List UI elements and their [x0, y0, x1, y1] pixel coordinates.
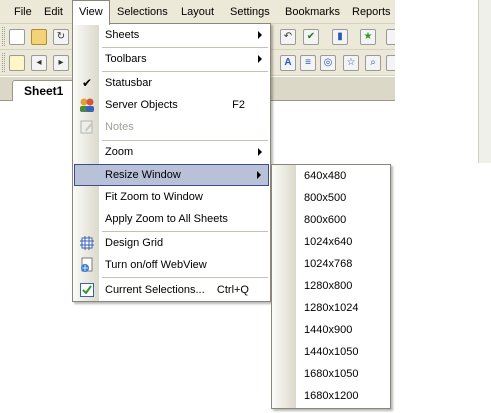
resize-option-1024x640[interactable]: 1024x640: [273, 231, 389, 253]
design-grid-icon: [79, 235, 95, 251]
menu-item-design-grid[interactable]: Design Grid: [74, 232, 269, 254]
menu-file[interactable]: File: [8, 0, 38, 24]
vertical-scrollbar[interactable]: [478, 0, 491, 163]
menu-item-label: 1680x1050: [304, 368, 359, 380]
menu-item-fit-zoom[interactable]: Fit Zoom to Window: [74, 186, 269, 208]
menu-item-server-objects[interactable]: Server Objects F2: [74, 94, 269, 116]
menu-bookmarks[interactable]: Bookmarks: [279, 0, 346, 24]
menu-view[interactable]: View: [72, 0, 110, 25]
submenu-arrow-icon: [257, 171, 261, 179]
webview-page-icon: [79, 257, 95, 273]
menu-bar: File Edit View Selections Layout Setting…: [0, 0, 397, 25]
menu-item-label: 1280x1024: [304, 302, 359, 314]
resize-option-800x500[interactable]: 800x500: [273, 187, 389, 209]
toolbar-grip[interactable]: [2, 53, 5, 72]
resize-option-800x600[interactable]: 800x600: [273, 209, 389, 231]
menu-item-shortcut: F2: [232, 99, 245, 111]
sheet-forward-icon[interactable]: ▸: [53, 55, 69, 71]
new-sheet-icon[interactable]: [9, 55, 25, 71]
menu-item-statusbar[interactable]: ✔ Statusbar: [74, 72, 269, 94]
submenu-arrow-icon: [258, 55, 262, 63]
menu-item-label: 1440x1050: [304, 346, 359, 358]
menu-item-label: Resize Window: [105, 169, 181, 181]
menu-settings[interactable]: Settings: [224, 0, 276, 24]
menu-selections[interactable]: Selections: [111, 0, 174, 24]
redo-icon[interactable]: ↻: [53, 29, 69, 45]
resize-option-1440x900[interactable]: 1440x900: [273, 319, 389, 341]
menu-item-label: Zoom: [105, 146, 134, 158]
menu-item-label: 1680x1200: [304, 390, 359, 402]
menu-item-sheets[interactable]: Sheets: [74, 24, 269, 46]
menu-item-label: 800x500: [304, 192, 347, 204]
resize-option-1440x1050[interactable]: 1440x1050: [273, 341, 389, 363]
menu-separator: [102, 277, 268, 278]
menu-item-resize-window[interactable]: Resize Window: [74, 164, 269, 186]
resize-option-640x480[interactable]: 640x480: [273, 165, 389, 187]
tab-sheet1[interactable]: Sheet1: [12, 80, 76, 102]
menu-item-label: Notes: [105, 121, 134, 133]
current-selections-icon: [79, 282, 95, 298]
menu-item-shortcut: Ctrl+Q: [216, 284, 249, 296]
menu-item-label: 1024x640: [304, 236, 353, 248]
resize-option-1024x768[interactable]: 1024x768: [273, 253, 389, 275]
desktop-background: [395, 0, 491, 413]
menu-item-label: 1440x900: [304, 324, 353, 336]
checkbox-icon[interactable]: ✔: [303, 29, 319, 45]
menu-reports[interactable]: Reports: [346, 0, 397, 24]
menu-item-label: Server Objects: [105, 99, 178, 111]
notes-pencil-icon: [79, 119, 95, 135]
menu-item-label: Current Selections...: [105, 284, 205, 296]
toolbar-grip[interactable]: [2, 27, 5, 46]
bookmark-star-icon[interactable]: ☆: [343, 55, 359, 71]
text-object-icon[interactable]: A: [280, 55, 296, 71]
menu-item-label: Turn on/off WebView: [105, 259, 207, 271]
resize-option-1280x1024[interactable]: 1280x1024: [273, 297, 389, 319]
resize-window-submenu: 640x480 800x500 800x600 1024x640 1024x76…: [271, 164, 391, 409]
menu-item-label: 1024x768: [304, 258, 353, 270]
menu-item-toolbars[interactable]: Toolbars: [74, 48, 269, 70]
menu-layout[interactable]: Layout: [175, 0, 220, 24]
bar-chart-icon[interactable]: ▮: [332, 29, 348, 45]
server-objects-icon: [79, 97, 95, 113]
resize-option-1280x800[interactable]: 1280x800: [273, 275, 389, 297]
list-box-icon[interactable]: ≡: [300, 55, 316, 71]
search-icon[interactable]: ⌕: [365, 55, 381, 71]
menu-item-label: Sheets: [105, 29, 140, 41]
submenu-arrow-icon: [258, 31, 262, 39]
star-icon[interactable]: ★: [360, 29, 376, 45]
menu-item-label: Toolbars: [105, 53, 147, 65]
menu-item-current-selections[interactable]: Current Selections... Ctrl+Q: [74, 279, 269, 301]
submenu-arrow-icon: [258, 148, 262, 156]
resize-option-1680x1200[interactable]: 1680x1200: [273, 385, 389, 407]
menu-edit[interactable]: Edit: [38, 0, 69, 24]
menu-item-label: 800x600: [304, 214, 347, 226]
undo-icon[interactable]: ↶: [280, 29, 296, 45]
menu-item-label: Statusbar: [105, 77, 153, 89]
checkmark-icon: ✔: [81, 76, 93, 90]
button-object-icon[interactable]: ◎: [320, 55, 336, 71]
resize-option-1680x1050[interactable]: 1680x1050: [273, 363, 389, 385]
menu-item-label: 1280x800: [304, 280, 353, 292]
menu-item-apply-zoom[interactable]: Apply Zoom to All Sheets: [74, 208, 269, 230]
view-menu-dropdown: Sheets Toolbars ✔ Statusbar Server Objec…: [72, 23, 271, 302]
menu-item-label: Design Grid: [105, 237, 164, 249]
menu-item-label: 640x480: [304, 170, 347, 182]
menu-item-webview[interactable]: Turn on/off WebView: [74, 254, 269, 276]
menu-item-label: Apply Zoom to All Sheets: [105, 213, 228, 225]
menu-item-notes[interactable]: Notes: [74, 116, 269, 138]
open-folder-icon[interactable]: [31, 29, 47, 45]
sheet-back-icon[interactable]: ◂: [31, 55, 47, 71]
menu-item-zoom[interactable]: Zoom: [74, 141, 269, 163]
menu-item-label: Fit Zoom to Window: [105, 191, 203, 203]
new-document-icon[interactable]: [9, 29, 25, 45]
